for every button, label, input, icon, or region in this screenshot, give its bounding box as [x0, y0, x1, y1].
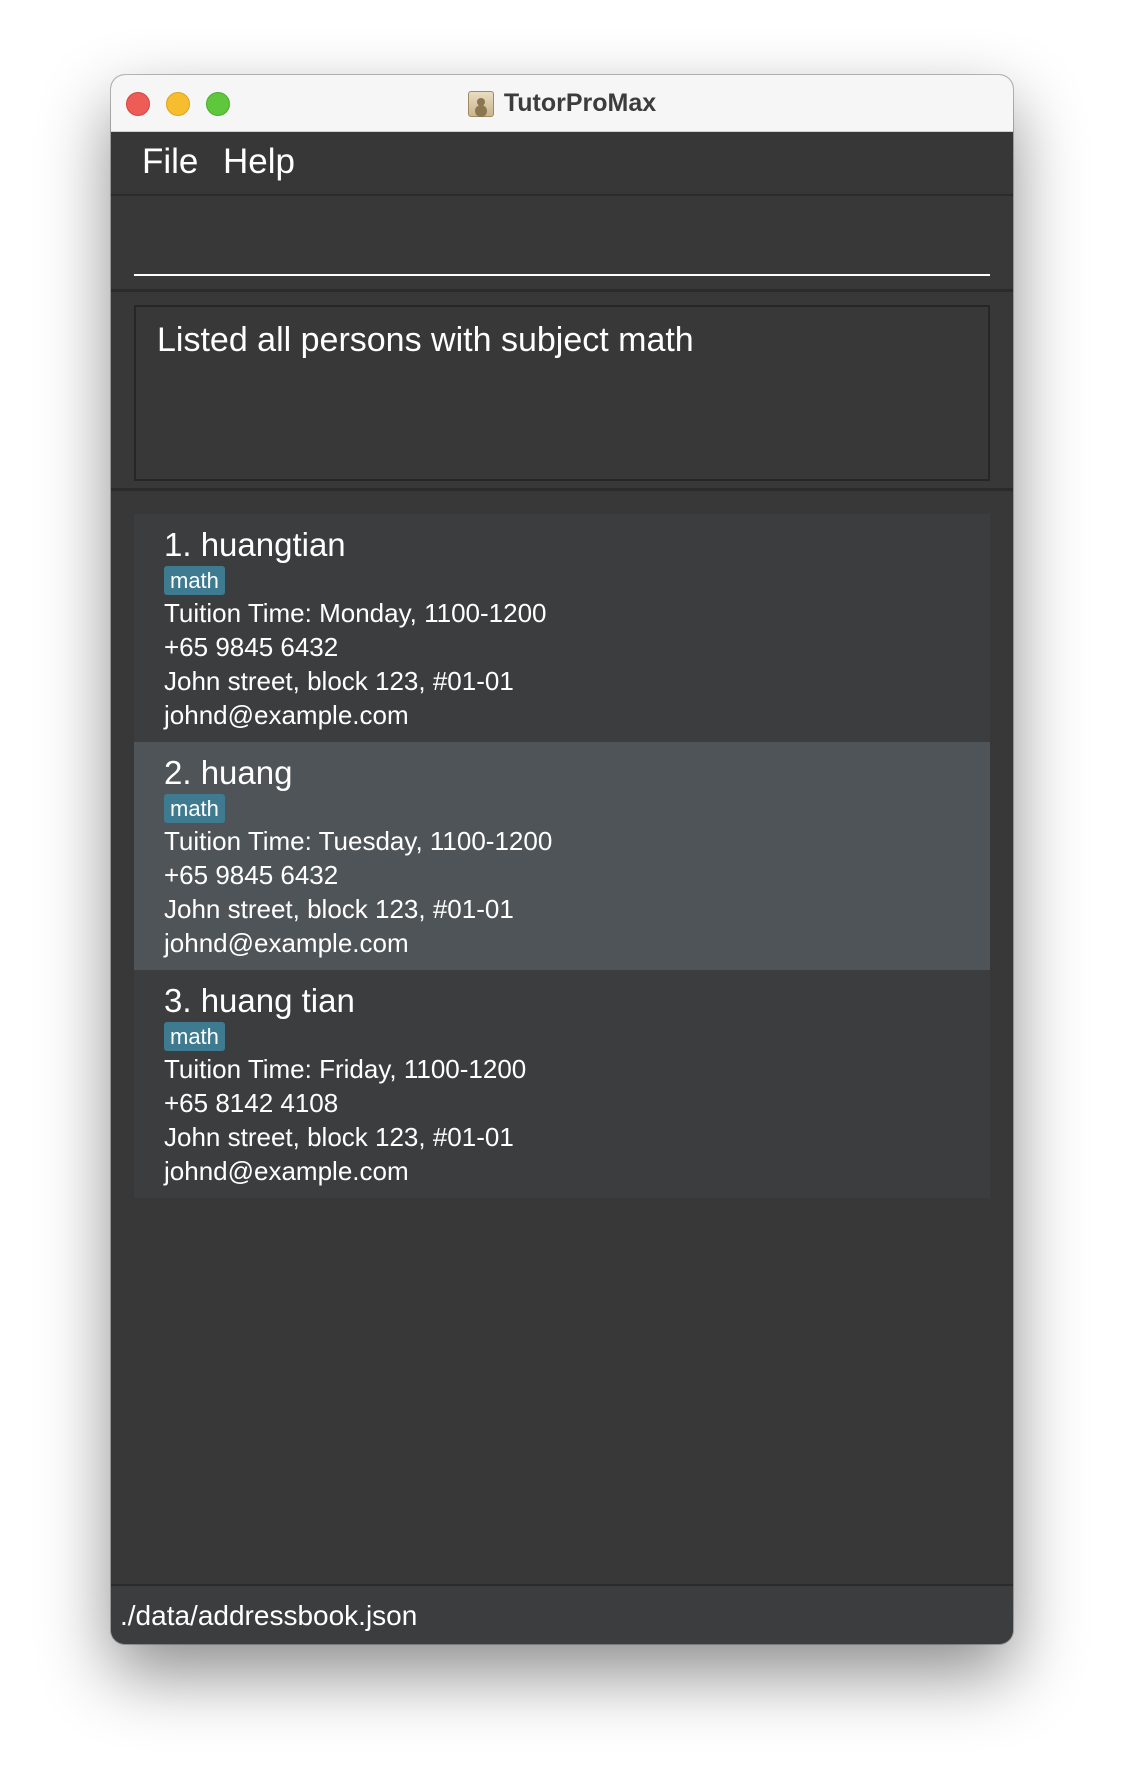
title-group: TutorProMax — [111, 75, 1013, 132]
result-display-area: Listed all persons with subject math — [111, 292, 1013, 491]
menu-bar: File Help — [111, 132, 1013, 196]
person-card[interactable]: 3. huang tian math Tuition Time: Friday,… — [134, 970, 990, 1198]
address-book-icon — [467, 90, 494, 117]
phone: +65 8142 4108 — [164, 1088, 339, 1118]
person-name: 2. huang — [164, 754, 293, 791]
tuition-time: Tuition Time: Monday, 1100-1200 — [164, 598, 547, 628]
address: John street, block 123, #01-01 — [164, 666, 514, 696]
subject-tag: math — [164, 1022, 225, 1051]
data-file-path: ./data/addressbook.json — [120, 1600, 418, 1631]
address: John street, block 123, #01-01 — [164, 1122, 514, 1152]
command-box — [111, 196, 1013, 292]
person-list[interactable]: 1. huangtian math Tuition Time: Monday, … — [111, 491, 1013, 1593]
person-name: 3. huang tian — [164, 982, 355, 1019]
person-name: 1. huangtian — [164, 526, 346, 563]
tuition-time: Tuition Time: Tuesday, 1100-1200 — [164, 826, 553, 856]
menu-file[interactable]: File — [142, 142, 198, 182]
email: johnd@example.com — [164, 1156, 409, 1186]
result-message: Listed all persons with subject math — [157, 321, 694, 359]
email: johnd@example.com — [164, 700, 409, 730]
phone: +65 9845 6432 — [164, 860, 339, 890]
title-bar[interactable]: TutorProMax — [111, 75, 1013, 132]
status-bar: ./data/addressbook.json — [111, 1584, 1013, 1644]
menu-help[interactable]: Help — [223, 142, 295, 182]
phone: +65 9845 6432 — [164, 632, 339, 662]
address: John street, block 123, #01-01 — [164, 894, 514, 924]
result-display: Listed all persons with subject math — [134, 305, 990, 481]
subject-tag: math — [164, 794, 225, 823]
app-window: TutorProMax File Help Listed all persons… — [111, 75, 1013, 1644]
tuition-time: Tuition Time: Friday, 1100-1200 — [164, 1054, 527, 1084]
subject-tag: math — [164, 566, 225, 595]
person-card[interactable]: 1. huangtian math Tuition Time: Monday, … — [134, 514, 990, 742]
person-card-selected[interactable]: 2. huang math Tuition Time: Tuesday, 110… — [134, 742, 990, 970]
window-title: TutorProMax — [503, 89, 657, 117]
command-input[interactable] — [134, 208, 990, 276]
email: johnd@example.com — [164, 928, 409, 958]
